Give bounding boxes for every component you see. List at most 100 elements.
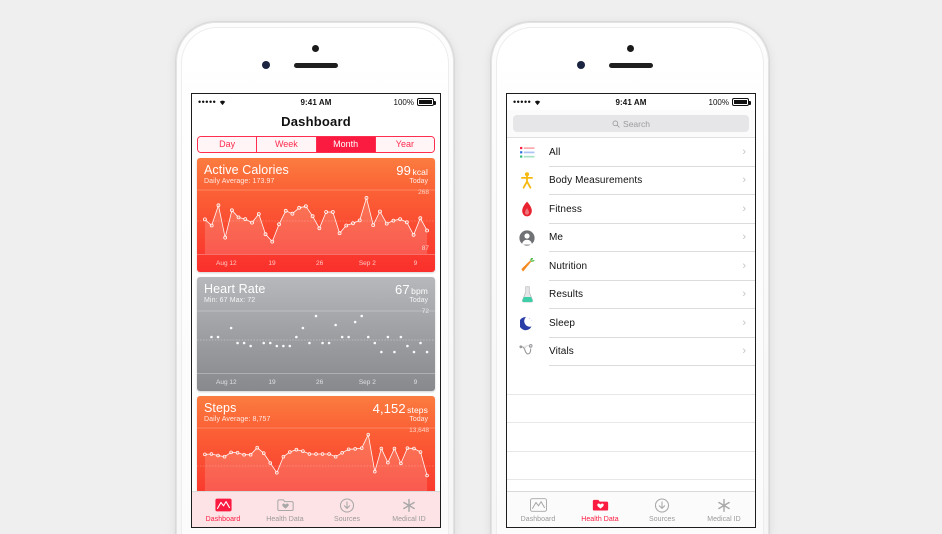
list-item-label: Me xyxy=(549,232,564,244)
period-segmented-control[interactable]: Day Week Month Year xyxy=(197,136,435,153)
fitness-flame-icon xyxy=(515,199,539,219)
status-bar-right: ••••• 9:41 AM 100% xyxy=(507,94,755,110)
chart-active-calories xyxy=(197,188,435,254)
chevron-right-icon: › xyxy=(742,174,746,187)
x-tick: 19 xyxy=(268,260,276,267)
list-item-nutrition[interactable]: Nutrition › xyxy=(507,252,755,281)
iphone-left-dashboard: ••••• 9:41 AM 100% Dashboard Day Week Mo… xyxy=(176,22,454,534)
dashboard-chart-icon xyxy=(214,496,232,514)
card-period: Today xyxy=(409,416,428,423)
tab-label: Health Data xyxy=(581,516,619,523)
chevron-right-icon: › xyxy=(742,259,746,272)
list-item-label: Results xyxy=(549,289,584,301)
results-flask-icon xyxy=(515,285,539,305)
health-folder-icon xyxy=(276,496,294,514)
x-tick: Sep 2 xyxy=(358,379,376,386)
earpiece-speaker xyxy=(294,63,338,68)
list-item-results[interactable]: Results › xyxy=(507,281,755,309)
list-item-me[interactable]: Me › xyxy=(507,224,755,252)
card-value-group: 4,152 steps Today xyxy=(373,401,428,423)
list-item-sleep[interactable]: Sleep › xyxy=(507,309,755,338)
card-unit: steps xyxy=(407,405,428,415)
tab-medical-id[interactable]: Medical ID xyxy=(378,496,440,523)
list-item-label: All xyxy=(549,146,561,158)
screen-right: ••••• 9:41 AM 100% Search All › Body Mea… xyxy=(506,93,756,528)
list-item-label: Sleep xyxy=(549,317,576,329)
chevron-right-icon: › xyxy=(742,202,746,215)
segment-year[interactable]: Year xyxy=(375,137,434,152)
list-item-label: Vitals xyxy=(549,346,574,358)
chevron-right-icon: › xyxy=(742,316,746,329)
front-camera-icon xyxy=(626,45,634,52)
screenshot-stage: ••••• 9:41 AM 100% Dashboard Day Week Mo… xyxy=(0,0,942,534)
tab-sources[interactable]: Sources xyxy=(316,496,378,523)
tab-label: Sources xyxy=(333,516,361,523)
tab-label: Health Data xyxy=(266,516,304,523)
tab-dashboard[interactable]: Dashboard xyxy=(507,496,569,523)
card-unit: kcal xyxy=(412,167,428,177)
list-item-fitness[interactable]: Fitness › xyxy=(507,195,755,224)
x-tick: 19 xyxy=(268,379,276,386)
x-tick: 9 xyxy=(413,379,418,386)
status-time: 9:41 AM xyxy=(300,97,332,107)
chart-steps xyxy=(197,426,435,492)
status-time: 9:41 AM xyxy=(615,97,647,107)
me-person-icon xyxy=(515,228,539,248)
tab-sources[interactable]: Sources xyxy=(631,496,693,523)
battery-icon xyxy=(417,98,436,106)
sources-download-icon xyxy=(339,496,355,514)
tab-label: Medical ID xyxy=(392,516,426,523)
x-tick: Aug 12 xyxy=(216,379,237,386)
sleep-moon-icon xyxy=(515,313,539,333)
x-tick: 9 xyxy=(413,260,418,267)
tab-label: Dashboard xyxy=(205,516,241,523)
all-list-icon xyxy=(515,142,539,162)
empty-row xyxy=(507,395,755,423)
screen-left: ••••• 9:41 AM 100% Dashboard Day Week Mo… xyxy=(191,93,441,528)
empty-row xyxy=(507,423,755,452)
card-value-group: 67 bpm Today xyxy=(395,282,428,304)
iphone-right-health-data: ••••• 9:41 AM 100% Search All › Body Mea… xyxy=(491,22,769,534)
tab-medical-id[interactable]: Medical ID xyxy=(693,496,755,523)
tab-label: Sources xyxy=(648,516,676,523)
status-bar-left: ••••• 9:41 AM 100% xyxy=(192,94,440,110)
x-tick: Sep 2 xyxy=(358,260,376,267)
page-title: Dashboard xyxy=(281,113,351,129)
search-placeholder: Search xyxy=(623,118,650,129)
list-item-label: Fitness xyxy=(549,203,582,215)
tab-health-data[interactable]: Health Data xyxy=(569,496,631,523)
card-value: 67 xyxy=(394,282,410,297)
tab-label: Dashboard xyxy=(520,516,556,523)
card-heart-rate[interactable]: Heart Rate Min: 67 Max: 72 67 bpm Today 7… xyxy=(197,277,435,391)
card-active-calories[interactable]: Active Calories Daily Average: 173.97 99… xyxy=(197,158,435,272)
tab-dashboard[interactable]: Dashboard xyxy=(192,496,254,523)
chart-heart-rate xyxy=(197,307,435,373)
x-axis-heart-rate: Aug 12 19 26 Sep 2 9 xyxy=(197,373,435,391)
list-item-all[interactable]: All › xyxy=(507,138,755,167)
list-item-body-measurements[interactable]: Body Measurements › xyxy=(507,167,755,195)
card-subtitle: Daily Average: 173.97 xyxy=(204,178,275,186)
chevron-right-icon: › xyxy=(742,288,746,301)
search-bar-wrap: Search xyxy=(507,110,755,138)
front-camera-icon xyxy=(311,45,319,52)
x-tick: 26 xyxy=(316,379,324,386)
card-period: Today xyxy=(409,297,428,304)
card-header-steps: Steps Daily Average: 8,757 4,152 steps To… xyxy=(197,396,435,426)
list-item-vitals[interactable]: Vitals › xyxy=(507,338,755,366)
body-measurements-icon xyxy=(515,171,539,191)
dashboard-chart-icon xyxy=(529,496,547,514)
list-item-label: Nutrition xyxy=(549,260,588,272)
x-tick: Aug 12 xyxy=(216,260,237,267)
earpiece-speaker xyxy=(609,63,653,68)
segment-week[interactable]: Week xyxy=(257,137,317,152)
tab-health-data[interactable]: Health Data xyxy=(254,496,316,523)
segment-day[interactable]: Day xyxy=(198,137,258,152)
list-item-label: Body Measurements xyxy=(549,175,643,187)
health-folder-icon xyxy=(592,496,609,514)
medical-id-star-icon xyxy=(401,496,417,514)
x-axis-active-calories: Aug 12 19 26 Sep 2 9 xyxy=(197,254,435,272)
search-input[interactable]: Search xyxy=(513,115,749,132)
x-tick: 26 xyxy=(316,260,324,267)
tab-label: Medical ID xyxy=(707,516,741,523)
segment-month[interactable]: Month xyxy=(316,137,376,152)
